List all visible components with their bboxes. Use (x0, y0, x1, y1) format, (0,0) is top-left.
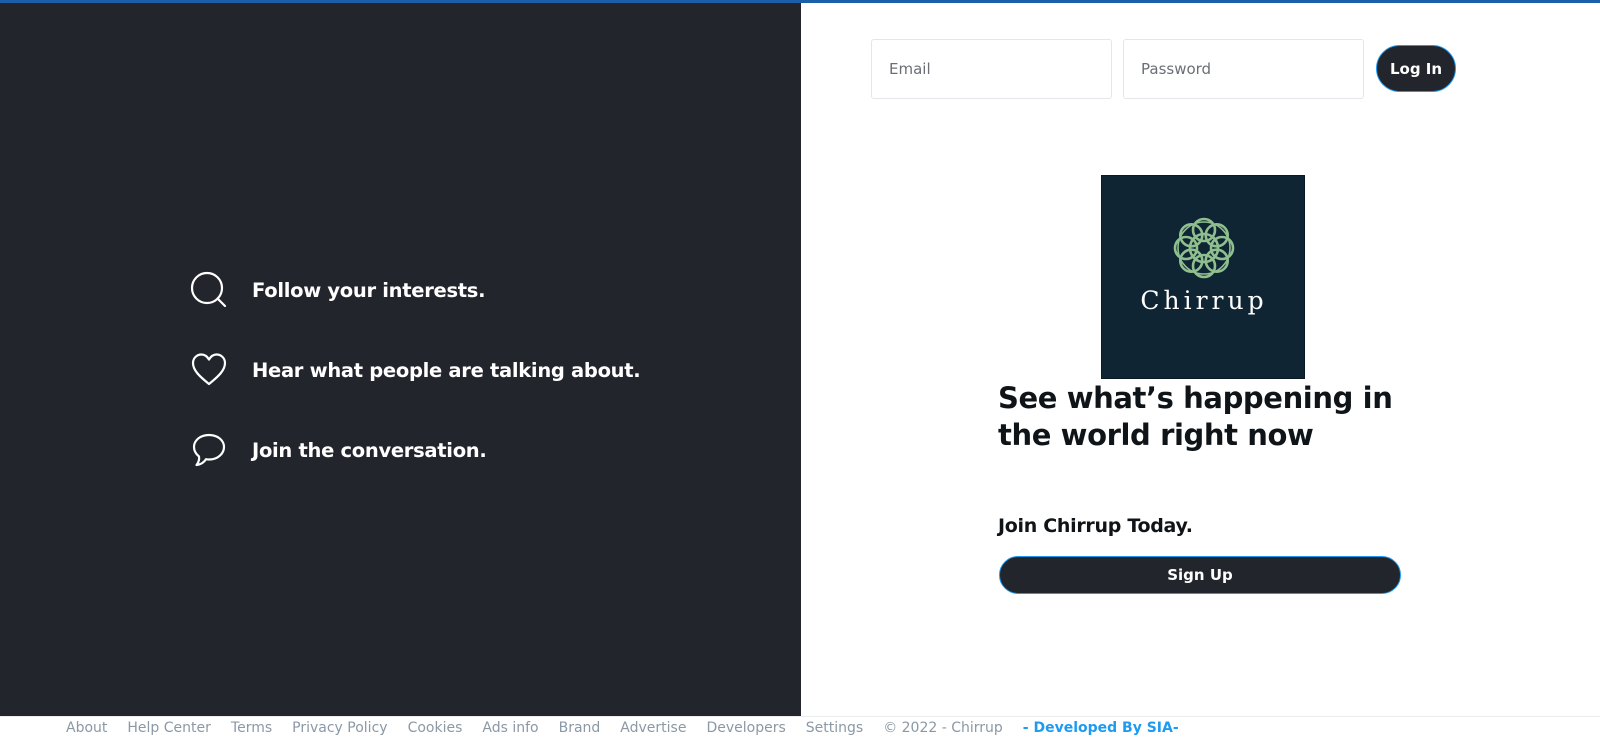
email-field[interactable] (871, 39, 1112, 99)
chirrup-logo: Chirrup (1101, 175, 1305, 379)
feature-follow-interests: Follow your interests. (188, 268, 486, 312)
heart-icon (188, 349, 230, 391)
footer-developer-credit: - Developed By SIA- (1022, 720, 1179, 736)
footer-link-advertise[interactable]: Advertise (620, 720, 686, 736)
footer-link-help-center[interactable]: Help Center (127, 720, 211, 736)
footer: About Help Center Terms Privacy Policy C… (0, 716, 1600, 748)
logo-wordmark: Chirrup (1140, 286, 1268, 315)
signup-button[interactable]: Sign Up (999, 556, 1401, 594)
feature-label: Follow your interests. (252, 278, 486, 302)
login-button[interactable]: Log In (1376, 45, 1456, 92)
feature-hear-people: Hear what people are talking about. (188, 348, 641, 392)
page-headline: See what’s happening in the world right … (998, 381, 1393, 452)
feature-join-conversation: Join the conversation. (188, 428, 487, 472)
speech-bubble-icon (188, 429, 230, 471)
footer-link-settings[interactable]: Settings (806, 720, 863, 736)
footer-link-privacy-policy[interactable]: Privacy Policy (292, 720, 387, 736)
feature-label: Join the conversation. (252, 438, 487, 462)
footer-links: About Help Center Terms Privacy Policy C… (66, 720, 1179, 736)
search-icon (188, 269, 230, 311)
auth-panel: Log In Chirrup See what’s happening in t… (801, 3, 1600, 716)
footer-link-cookies[interactable]: Cookies (408, 720, 463, 736)
footer-link-brand[interactable]: Brand (559, 720, 601, 736)
features-panel: Follow your interests. Hear what people … (0, 3, 801, 716)
footer-link-ads-info[interactable]: Ads info (482, 720, 538, 736)
footer-link-developers[interactable]: Developers (706, 720, 785, 736)
footer-copyright: © 2022 - Chirrup (883, 720, 1003, 736)
footer-link-about[interactable]: About (66, 720, 107, 736)
feature-label: Hear what people are talking about. (252, 358, 641, 382)
celtic-knot-icon (1173, 217, 1235, 279)
password-field[interactable] (1123, 39, 1364, 99)
join-heading: Join Chirrup Today. (998, 515, 1193, 537)
footer-link-terms[interactable]: Terms (231, 720, 272, 736)
